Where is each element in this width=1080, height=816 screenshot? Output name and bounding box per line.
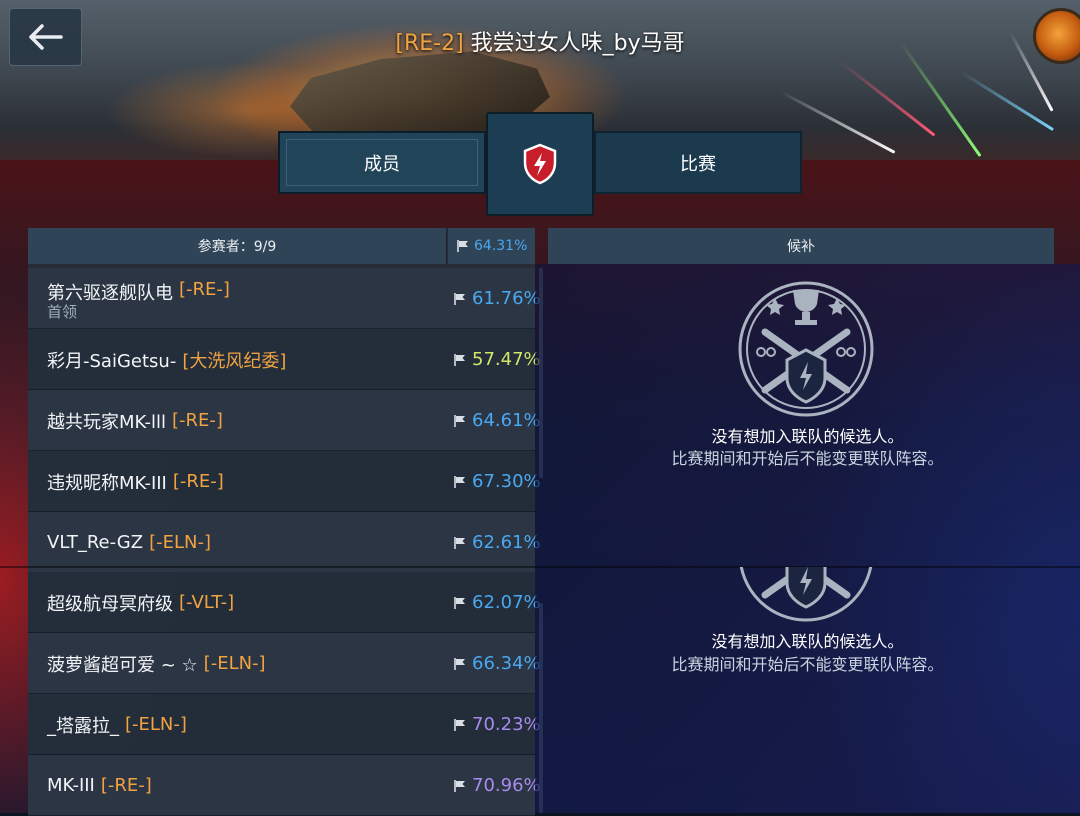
player-name-line: 越共玩家MK-lll [-RE-] (47, 390, 223, 451)
player-winrate: 62.07% (453, 572, 541, 633)
decor-beam (959, 70, 1055, 132)
player-name-line: VLT_Re-GZ [-ELN-] (47, 512, 211, 573)
participants-header: 参赛者：9/9 (28, 228, 447, 264)
clan-shield-button[interactable] (486, 112, 594, 216)
flag-icon (454, 353, 465, 366)
team-winrate-header: 64.31% (448, 228, 535, 264)
player-winrate-value: 67.30% (472, 471, 541, 492)
reserve-empty-note: 比赛期间和开始后不能变更联队阵容。 (671, 449, 944, 468)
player-role: 首领 (47, 303, 78, 321)
page-title: [RE-2] 我尝过女人味_by马哥 (0, 25, 1080, 57)
player-winrate: 64.61% (453, 390, 541, 451)
video-camera-icon[interactable] (1033, 8, 1080, 64)
player-winrate-value: 66.34% (472, 653, 541, 674)
player-row[interactable]: _塔露拉_ [-ELN-] 70.23% (28, 694, 541, 755)
player-winrate-value: 64.61% (472, 410, 541, 431)
tab-members[interactable]: 成员 (278, 131, 486, 194)
player-name: VLT_Re-GZ (47, 532, 144, 553)
decor-beam (898, 40, 982, 158)
player-winrate-value: 70.23% (472, 714, 541, 735)
player-name: 彩月-SaiGetsu- (47, 350, 177, 372)
player-clan-tag: [-ELN-] (203, 653, 266, 674)
player-name: 越共玩家MK-lll (47, 411, 166, 433)
player-row[interactable]: 菠萝酱超可爱 ~ ☆ [-ELN-] 66.34% (28, 633, 541, 694)
player-winrate-value: 70.96% (472, 775, 541, 796)
player-clan-tag: [大洗风纪委] (182, 350, 287, 372)
reserve-label: 候补 (787, 239, 815, 255)
reserve-header: 候补 (548, 228, 1054, 264)
flag-icon (454, 718, 465, 731)
player-name: _塔露拉_ (47, 715, 119, 737)
player-winrate-value: 62.07% (472, 592, 541, 613)
tournament-emblem-icon (738, 281, 874, 417)
player-clan-tag: [-RE-] (179, 279, 230, 300)
flag-icon (454, 292, 465, 305)
clan-shield-icon (523, 143, 557, 185)
player-row[interactable]: 违规昵称MK-III [-RE-] 67.30% (28, 451, 541, 512)
player-name-line: 彩月-SaiGetsu- [大洗风纪委] (47, 329, 286, 390)
team-winrate: 64.31% (474, 238, 528, 254)
flag-icon (454, 475, 465, 488)
player-name: 菠萝酱超可爱 ~ ☆ (47, 654, 198, 676)
player-winrate-value: 62.61% (472, 532, 541, 553)
tab-battles[interactable]: 比赛 (594, 131, 802, 194)
player-winrate: 66.34% (453, 633, 541, 694)
player-name-line: 超级航母冥府级 [-VLT-] (47, 572, 234, 633)
player-name-line: 违规昵称MK-III [-RE-] (47, 451, 224, 512)
player-clan-tag: [-RE-] (172, 471, 224, 492)
flag-icon (454, 657, 465, 670)
player-clan-tag: [-RE-] (171, 410, 223, 431)
player-row[interactable]: 彩月-SaiGetsu- [大洗风纪委] 57.47% (28, 329, 541, 390)
participants-count: 参赛者：9/9 (197, 239, 277, 255)
player-name: 超级航母冥府级 (47, 593, 173, 615)
player-clan-tag: [-ELN-] (125, 714, 187, 735)
player-clan-tag: [-ELN-] (149, 532, 211, 553)
player-clan-tag: [-RE-] (100, 775, 152, 796)
flag-icon (454, 536, 465, 549)
player-winrate: 70.96% (453, 755, 541, 816)
player-row[interactable]: 第六驱逐舰队电 [-RE-] 首领 61.76% (28, 268, 541, 329)
title-clan-name: 我尝过女人味_by马哥 (463, 31, 685, 56)
tab-selected-frame (286, 139, 478, 186)
player-winrate: 57.47% (453, 329, 541, 390)
reserve-empty-message: 没有想加入联队的候选人。 (711, 632, 904, 651)
player-name: 违规昵称MK-III (47, 472, 167, 494)
player-row[interactable]: VLT_Re-GZ [-ELN-] 62.61% (28, 512, 541, 573)
player-row[interactable]: 超级航母冥府级 [-VLT-] 62.07% (28, 572, 541, 633)
flag-icon (454, 596, 465, 609)
player-row[interactable]: 越共玩家MK-lll [-RE-] 64.61% (28, 390, 541, 451)
flag-icon (454, 414, 465, 427)
player-winrate: 67.30% (453, 451, 541, 512)
reserve-empty-message: 没有想加入联队的候选人。 (711, 427, 904, 446)
player-winrate: 61.76% (453, 268, 541, 329)
player-name-line: MK-III [-RE-] (47, 755, 152, 816)
flag-icon (454, 779, 465, 792)
player-name-line: 菠萝酱超可爱 ~ ☆ [-ELN-] (47, 633, 266, 694)
player-winrate: 70.23% (453, 694, 541, 755)
screenshot-seam (0, 566, 1080, 568)
tab-battles-label: 比赛 (680, 153, 716, 175)
player-winrate-value: 57.47% (472, 349, 541, 370)
player-name-line: _塔露拉_ [-ELN-] (47, 694, 187, 755)
tournament-emblem-icon (739, 567, 873, 622)
title-clan-tag: [RE-2] (395, 31, 464, 56)
player-row[interactable]: MK-III [-RE-] 70.96% (28, 755, 541, 816)
player-winrate: 62.61% (453, 512, 541, 573)
player-name: MK-III (47, 775, 95, 796)
player-winrate-value: 61.76% (472, 288, 541, 309)
player-clan-tag: [-VLT-] (179, 592, 235, 613)
reserve-empty-note: 比赛期间和开始后不能变更联队阵容。 (671, 655, 944, 674)
flag-icon (457, 240, 468, 252)
